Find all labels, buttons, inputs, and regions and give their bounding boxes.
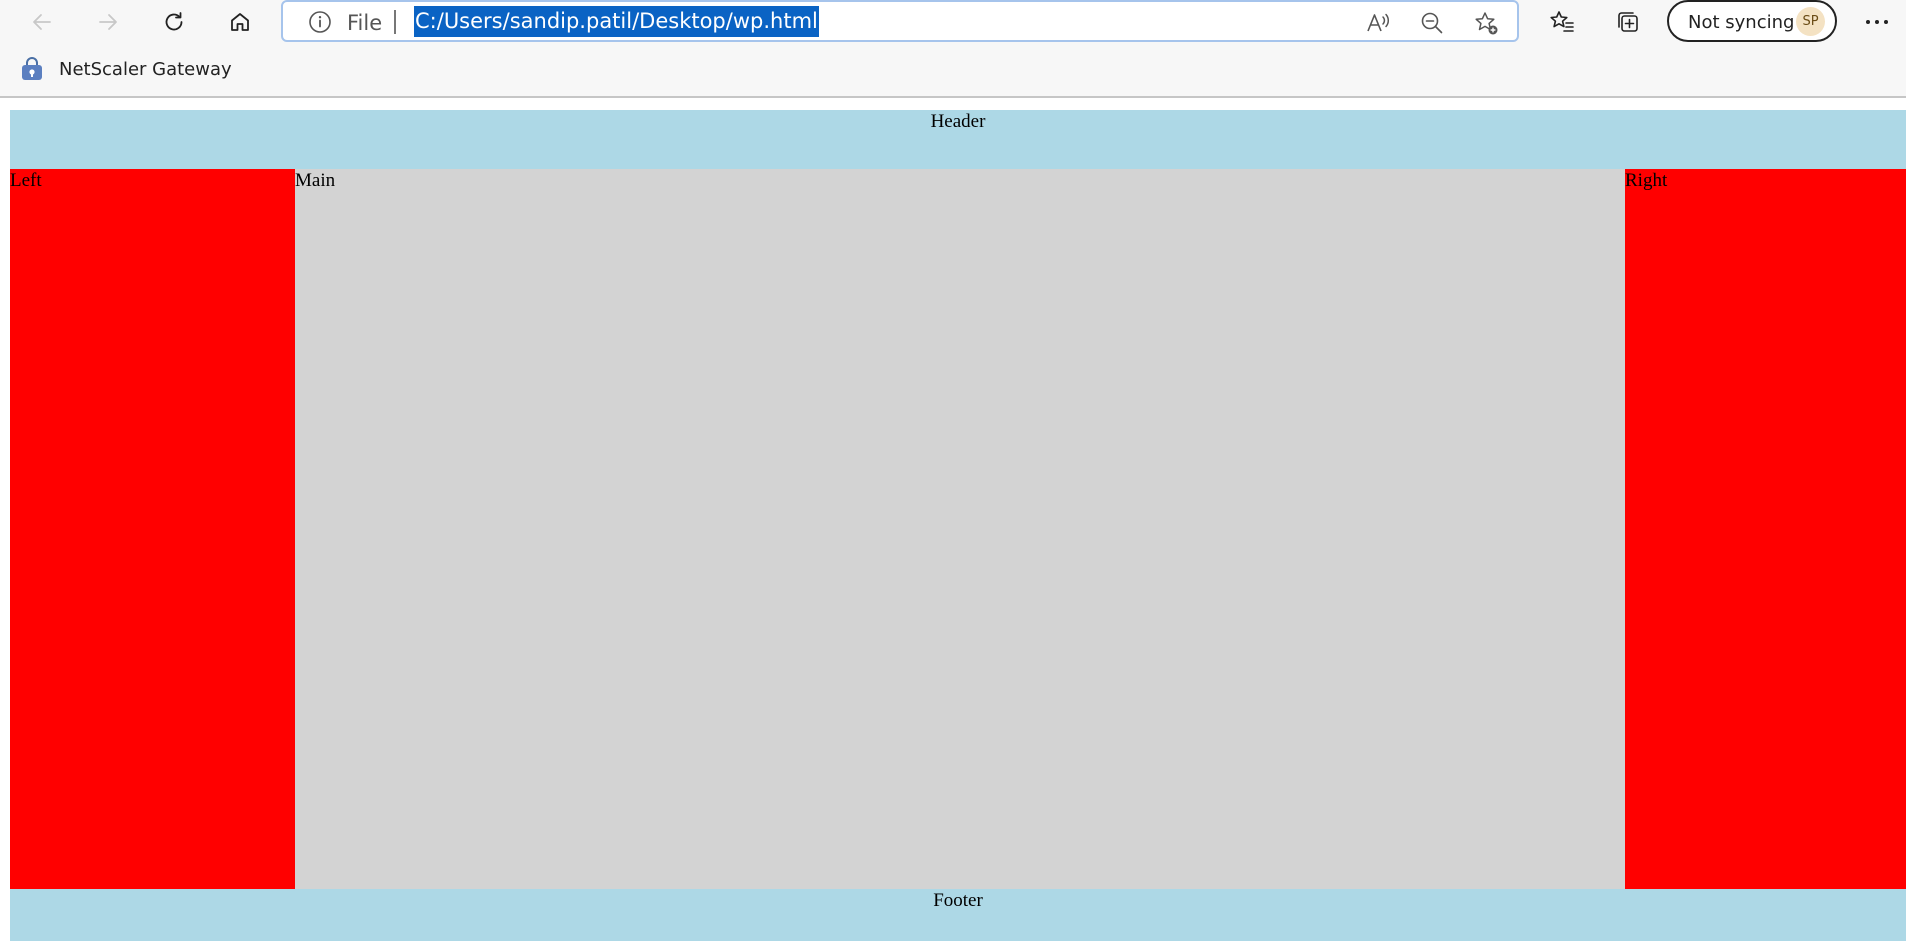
- favorite-label: NetScaler Gateway: [59, 58, 232, 80]
- page-footer: Footer: [10, 889, 1906, 941]
- url-text[interactable]: C:/Users/sandip.patil/Desktop/wp.html: [414, 6, 819, 37]
- address-divider: [394, 10, 396, 34]
- favorites-bar: NetScaler Gateway: [0, 44, 1906, 98]
- browser-toolbar: File C:/Users/sandip.patil/Desktop/wp.ht…: [0, 0, 1906, 44]
- footer-text: Footer: [933, 890, 983, 911]
- lock-bag-icon: [22, 57, 42, 80]
- right-text: Right: [1625, 170, 1668, 191]
- add-favorite-icon[interactable]: [1473, 10, 1499, 36]
- avatar: SP: [1796, 7, 1825, 36]
- site-scheme-label: File: [347, 11, 383, 35]
- right-sidebar: Right: [1625, 169, 1906, 889]
- home-button[interactable]: [220, 2, 260, 42]
- main-text: Main: [295, 170, 336, 191]
- sync-status-label: Not syncing: [1688, 12, 1795, 33]
- read-aloud-icon[interactable]: [1365, 10, 1391, 36]
- page-header: Header: [10, 110, 1906, 169]
- profile-sync-button[interactable]: Not syncing SP: [1667, 0, 1837, 42]
- collections-icon[interactable]: [1614, 8, 1642, 36]
- left-sidebar: Left: [10, 169, 295, 889]
- address-bar[interactable]: File C:/Users/sandip.patil/Desktop/wp.ht…: [281, 0, 1519, 42]
- zoom-out-icon[interactable]: [1419, 10, 1445, 36]
- page-viewport: Header Left Main Right Footer: [0, 99, 1906, 941]
- more-options-icon[interactable]: [1862, 8, 1892, 36]
- main-area: Main: [295, 169, 1625, 889]
- header-text: Header: [930, 111, 986, 132]
- forward-arrow-icon: [99, 14, 117, 30]
- refresh-icon: [165, 12, 183, 31]
- info-icon[interactable]: [308, 10, 332, 34]
- back-arrow-icon: [33, 14, 51, 30]
- home-icon: [231, 13, 249, 31]
- favorites-icon[interactable]: [1548, 8, 1576, 36]
- refresh-button[interactable]: [154, 2, 194, 42]
- back-button[interactable]: [22, 2, 62, 42]
- forward-button[interactable]: [88, 2, 128, 42]
- left-text: Left: [10, 170, 42, 191]
- favorite-netscaler-gateway[interactable]: NetScaler Gateway: [18, 54, 232, 84]
